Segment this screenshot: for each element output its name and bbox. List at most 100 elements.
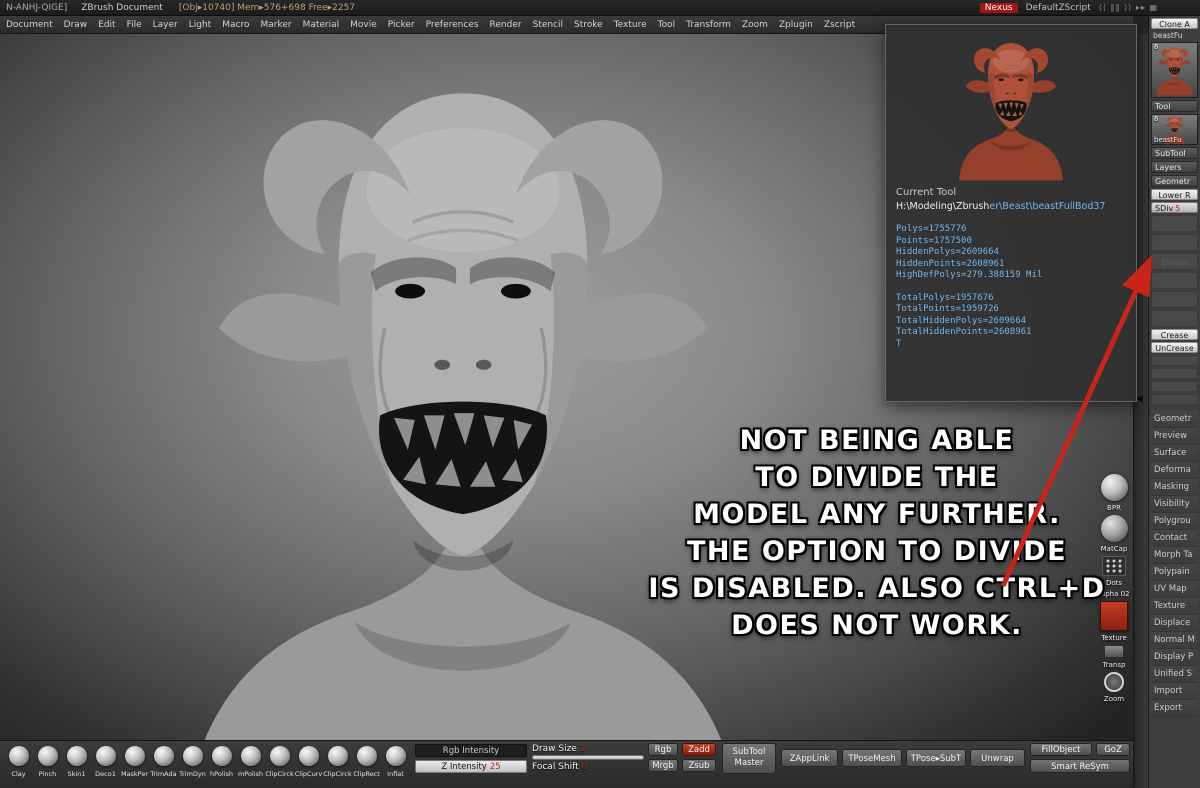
palette-section[interactable]: Export	[1151, 700, 1198, 717]
menu-item[interactable]: Marker	[260, 20, 291, 30]
disabled-row	[1151, 381, 1198, 392]
unwrap-button[interactable]: Unwrap	[970, 749, 1025, 767]
draw-size-slider[interactable]: Draw Size 1	[532, 744, 644, 754]
mrgb-button[interactable]: Mrgb	[648, 759, 678, 772]
menu-item[interactable]: Draw	[64, 20, 88, 30]
menu-item[interactable]: Layer	[153, 20, 178, 30]
smart-resym-button[interactable]: Smart ReSym	[1030, 759, 1130, 773]
palette-section[interactable]: Normal M	[1151, 632, 1198, 649]
menu-item[interactable]: Picker	[388, 20, 415, 30]
z-intensity-slider[interactable]: Z Intensity 25	[415, 760, 527, 773]
palette-section[interactable]: Preview	[1151, 428, 1198, 445]
zapplink-button[interactable]: ZAppLink	[781, 749, 838, 767]
palette-section[interactable]: Display P	[1151, 649, 1198, 666]
goz-button[interactable]: GoZ	[1096, 743, 1130, 756]
brush-item[interactable]: ClipCurv	[294, 743, 323, 787]
brush-item[interactable]: ClipRect	[352, 743, 381, 787]
menu-item[interactable]: Preferences	[426, 20, 479, 30]
palette-section[interactable]: UV Map	[1151, 581, 1198, 598]
rgb-button[interactable]: Rgb	[648, 743, 678, 756]
palette-section[interactable]: Masking	[1151, 479, 1198, 496]
zadd-button[interactable]: Zadd	[682, 743, 716, 756]
tposemesh-button[interactable]: TPoseMesh	[842, 749, 902, 767]
tool-palette-header[interactable]: Tool	[1151, 100, 1198, 112]
menu-item[interactable]: Document	[6, 20, 53, 30]
menu-item[interactable]: Transform	[686, 20, 731, 30]
tool-path-suffix: er\Beast\beastFullBod37	[989, 201, 1106, 212]
zsub-button[interactable]: Zsub	[682, 759, 716, 772]
palette-section[interactable]: Deforma	[1151, 462, 1198, 479]
bpr-label: BPR	[1107, 504, 1121, 512]
subtool-thumb[interactable]: 6 beastFu	[1151, 114, 1198, 145]
menu-item[interactable]: Zoom	[742, 20, 768, 30]
menu-item[interactable]: Tool	[658, 20, 675, 30]
palette-section[interactable]: Unified S	[1151, 666, 1198, 683]
fillobject-button[interactable]: FillObject	[1030, 743, 1092, 756]
subtool-palette-header[interactable]: SubTool	[1151, 147, 1198, 159]
tray-divider-handle-icon[interactable]: ◀	[1136, 394, 1143, 404]
bpr-render-icon[interactable]	[1100, 474, 1128, 501]
brush-item[interactable]: Inflat	[381, 743, 410, 787]
palette-section[interactable]: Surface	[1151, 445, 1198, 462]
brush-item[interactable]: hPolish	[207, 743, 236, 787]
nexus-badge[interactable]: Nexus	[979, 2, 1018, 13]
menu-item[interactable]: Stencil	[533, 20, 563, 30]
menu-item[interactable]: Zplugin	[779, 20, 813, 30]
menu-item[interactable]: Movie	[350, 20, 377, 30]
palette-section[interactable]: Geometr	[1151, 411, 1198, 428]
brush-item[interactable]: MaskPer	[120, 743, 149, 787]
brush-label: Deco1	[95, 770, 116, 778]
palette-section[interactable]: Import	[1151, 683, 1198, 700]
rgb-intensity-slider[interactable]: Rgb Intensity	[415, 744, 527, 757]
crease-button[interactable]: Crease	[1151, 329, 1198, 340]
current-tool-thumb[interactable]: 6	[1151, 42, 1198, 98]
default-zscript-label[interactable]: DefaultZScript	[1026, 3, 1091, 13]
palette-section[interactable]: Contact	[1151, 530, 1198, 547]
divide-button-disabled: Divide	[1151, 253, 1198, 270]
brush-item[interactable]: mPolish	[236, 743, 265, 787]
palette-section[interactable]: Displace	[1151, 615, 1198, 632]
menu-item[interactable]: Edit	[98, 20, 115, 30]
brush-item[interactable]: ClipCirck	[265, 743, 294, 787]
menu-item[interactable]: Material	[303, 20, 340, 30]
draw-size-bar[interactable]	[532, 755, 644, 760]
matcap-label: MatCap	[1100, 545, 1128, 553]
stroke-dots-icon[interactable]	[1102, 556, 1126, 576]
menu-item[interactable]: Stroke	[574, 20, 603, 30]
lower-res-button[interactable]: Lower R	[1151, 189, 1198, 200]
palette-section[interactable]: Polygrou	[1151, 513, 1198, 530]
transp-icon[interactable]	[1104, 645, 1124, 658]
palette-section[interactable]: Morph Ta	[1151, 547, 1198, 564]
brush-item[interactable]: Pinch	[33, 743, 62, 787]
texture-thumbnail-icon[interactable]	[1100, 601, 1128, 631]
tpose-subt-button[interactable]: TPose▸SubT	[906, 749, 966, 767]
titlebar-controls-icons[interactable]: ⟨⟨ ‖‖ ⟩⟩ ▸▸ ▦	[1099, 3, 1158, 12]
menu-item[interactable]: Light	[189, 20, 211, 30]
sdiv-label: SDiv	[1155, 204, 1174, 213]
clone-all-button[interactable]: Clone A	[1151, 18, 1198, 29]
subtool-master-button[interactable]: SubTool Master	[722, 743, 776, 774]
palette-section[interactable]: Polypain	[1151, 564, 1198, 581]
sdiv-slider[interactable]: SDiv 5	[1151, 202, 1198, 213]
brush-item[interactable]: TrimDyn	[178, 743, 207, 787]
palette-section[interactable]: Visibility	[1151, 496, 1198, 513]
focal-shift-slider[interactable]: Focal Shift 0	[532, 762, 644, 772]
brush-label: Pinch	[38, 770, 57, 778]
brush-icon	[269, 746, 290, 766]
brush-item[interactable]: Deco1	[91, 743, 120, 787]
brush-item[interactable]: Clay	[4, 743, 33, 787]
menu-item[interactable]: Zscript	[824, 20, 855, 30]
zoom-icon[interactable]	[1104, 672, 1124, 692]
geometry-palette-header[interactable]: Geometr	[1151, 175, 1198, 187]
palette-section[interactable]: Texture	[1151, 598, 1198, 615]
layers-palette-header[interactable]: Layers	[1151, 161, 1198, 173]
menu-item[interactable]: Render	[490, 20, 522, 30]
uncrease-button[interactable]: UnCrease	[1151, 342, 1198, 353]
menu-item[interactable]: File	[127, 20, 142, 30]
brush-item[interactable]: TrimAda	[149, 743, 178, 787]
matcap-material-icon[interactable]	[1100, 515, 1128, 542]
menu-item[interactable]: Macro	[222, 20, 249, 30]
brush-item[interactable]: Skin1	[62, 743, 91, 787]
menu-item[interactable]: Texture	[614, 20, 647, 30]
brush-item[interactable]: ClipCirck	[323, 743, 352, 787]
